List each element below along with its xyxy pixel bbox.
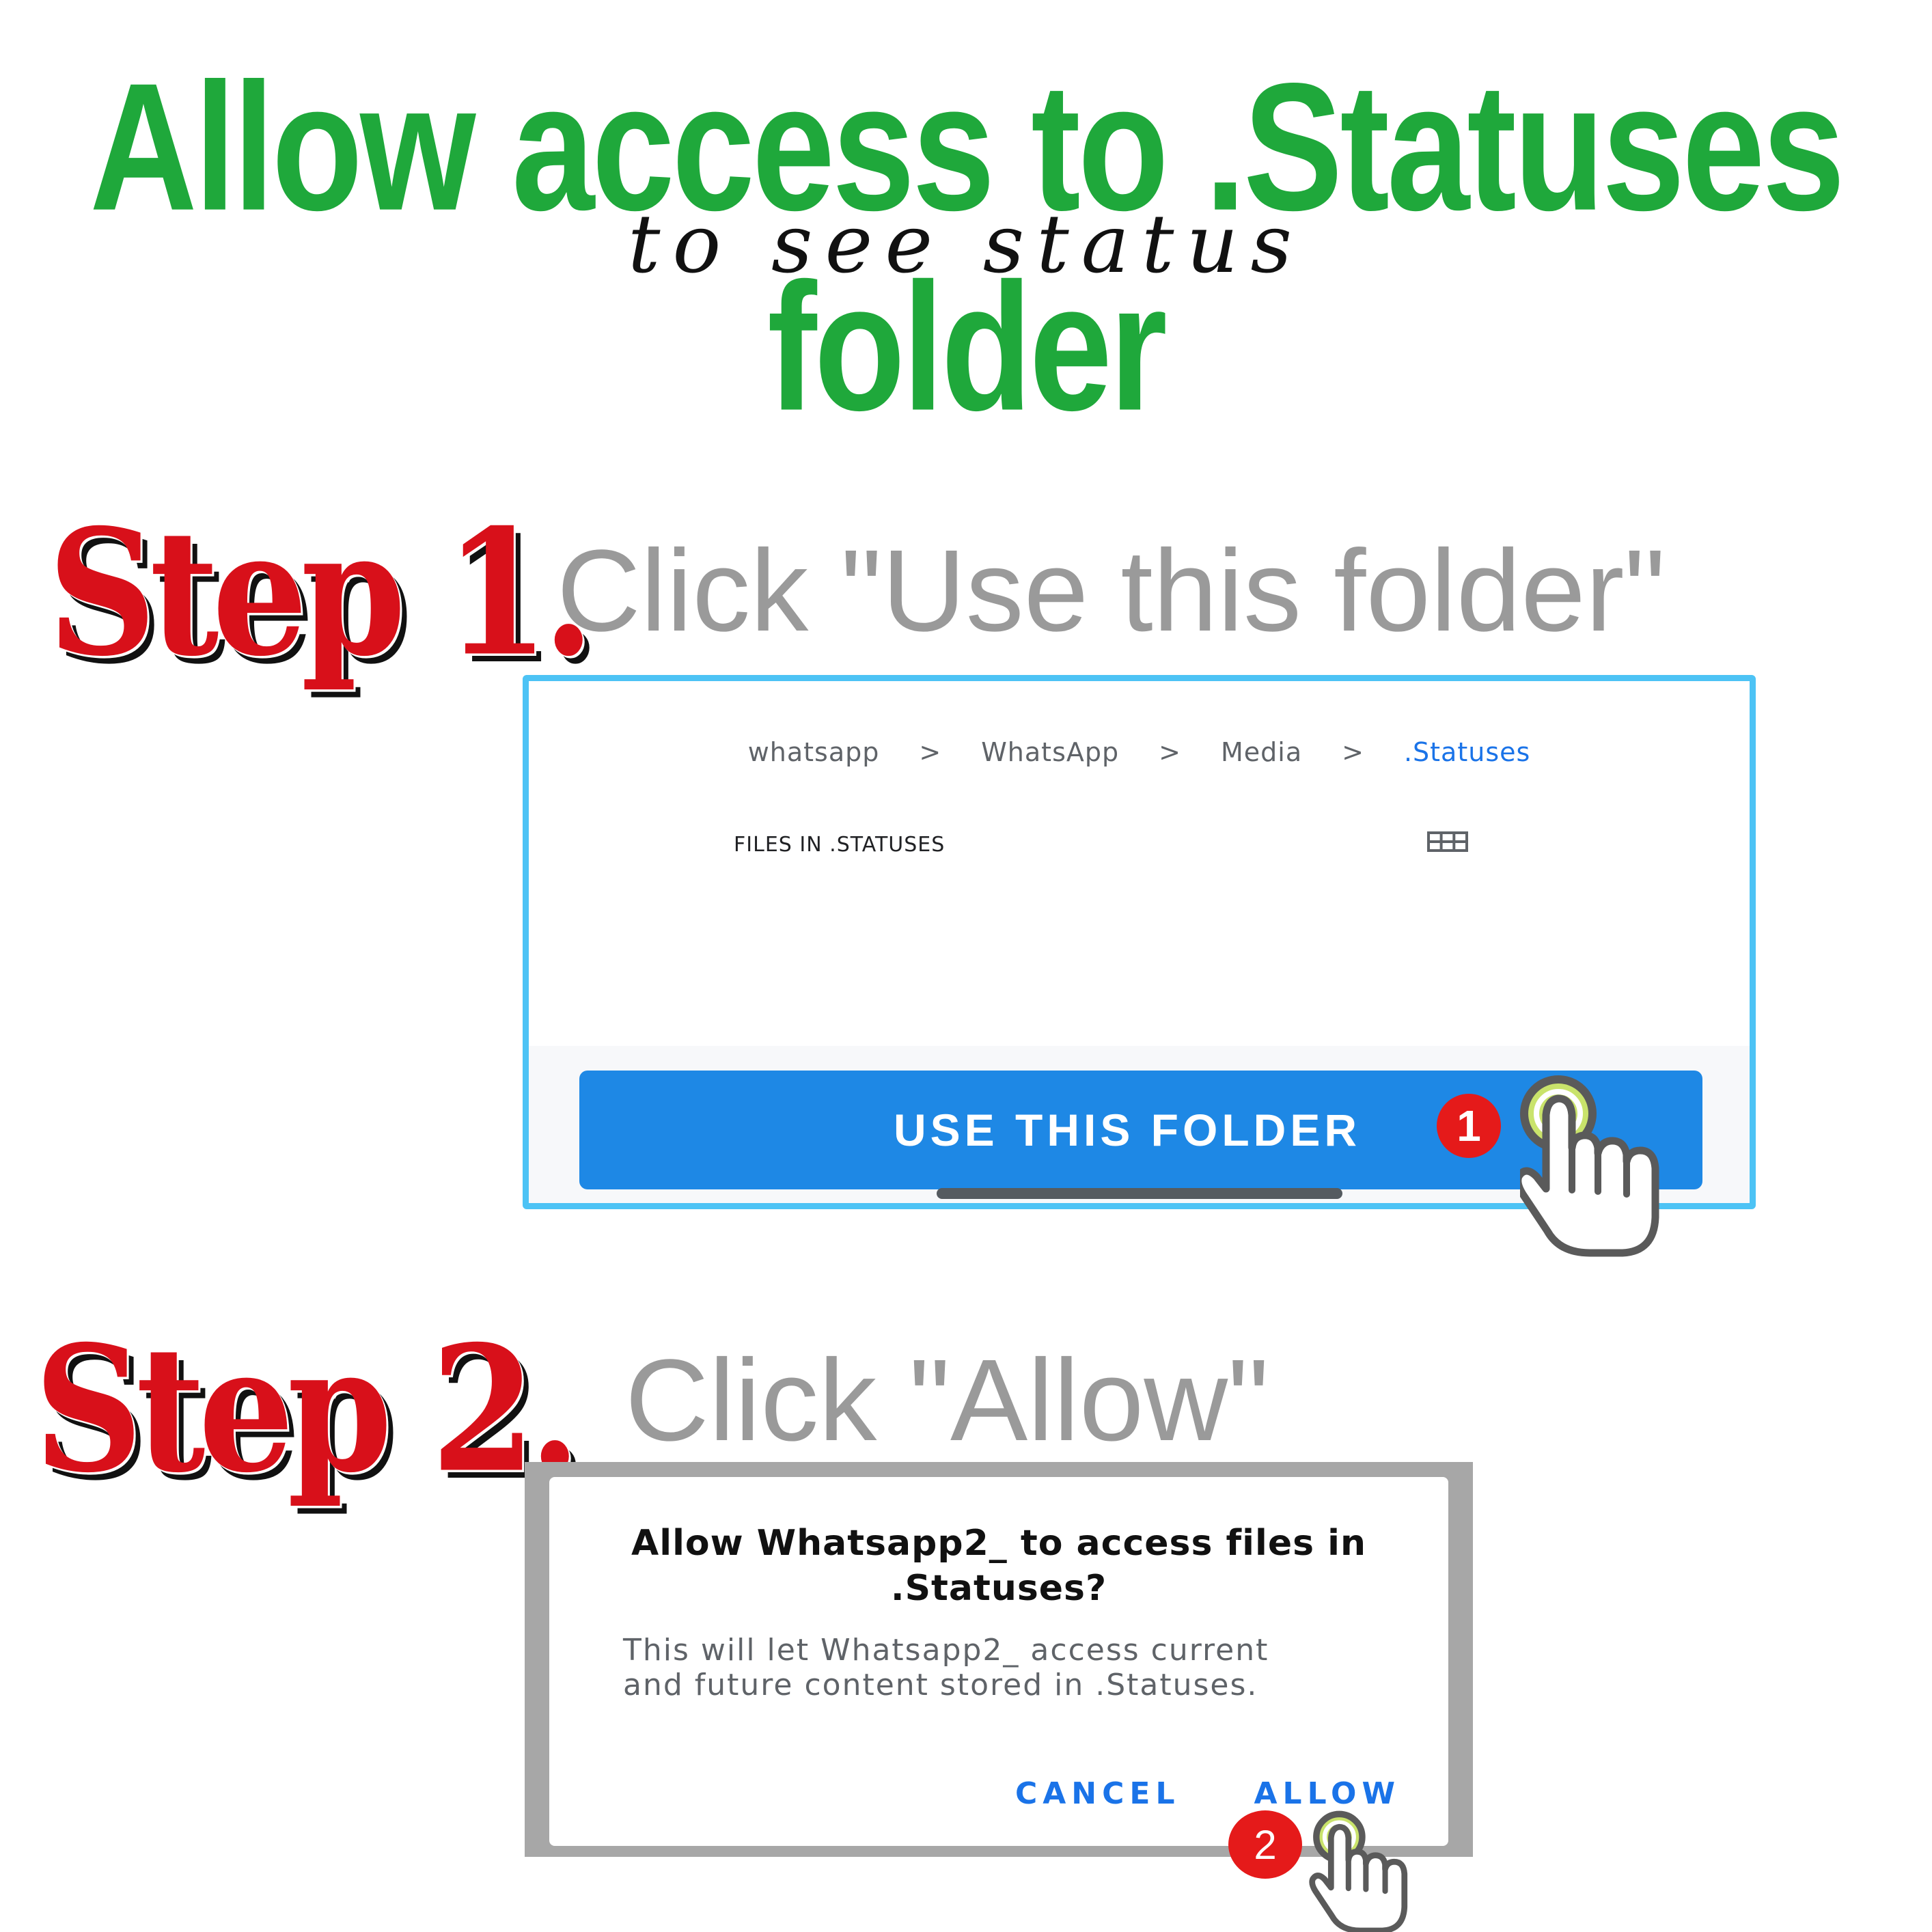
tap-hand-icon <box>1309 1810 1408 1932</box>
breadcrumb-item-statuses[interactable]: .Statuses <box>1378 737 1556 767</box>
step-1-label: Step 1. <box>48 491 595 695</box>
permission-dialog: Allow Whatsapp2_ to access files in .Sta… <box>549 1477 1448 1846</box>
step-badge-1: 1 <box>1437 1094 1501 1158</box>
step-2-screenshot: Allow Whatsapp2_ to access files in .Sta… <box>525 1462 1473 1857</box>
dialog-actions: CANCEL ALLOW <box>1015 1776 1400 1811</box>
breadcrumb-separator: > <box>1342 737 1364 767</box>
breadcrumb-separator: > <box>919 737 942 767</box>
files-header: FILES IN .STATUSES <box>734 833 946 857</box>
grid-view-icon[interactable] <box>1427 831 1468 853</box>
step-badge-2: 2 <box>1228 1810 1302 1879</box>
dialog-message: This will let Whatsapp2_ access current … <box>623 1633 1269 1702</box>
dialog-title: Allow Whatsapp2_ to access files in .Sta… <box>631 1523 1366 1609</box>
breadcrumb-separator: > <box>1159 737 1181 767</box>
step-2-instruction: Click "Allow" <box>625 1336 1269 1465</box>
page-subtitle: to see status <box>628 197 1304 291</box>
step-2-label: Step 2. <box>34 1307 581 1511</box>
breadcrumb: whatsapp > WhatsApp > Media > .Statuses <box>529 737 1750 767</box>
use-this-folder-label: USE THIS FOLDER <box>893 1105 1362 1155</box>
allow-button[interactable]: ALLOW <box>1254 1776 1401 1811</box>
step-1-instruction: Click "Use this folder" <box>557 526 1666 656</box>
breadcrumb-item-whatsapp[interactable]: whatsapp <box>722 737 906 767</box>
tap-hand-icon <box>1520 1075 1659 1257</box>
breadcrumb-item-media[interactable]: Media <box>1195 737 1328 767</box>
cancel-button[interactable]: CANCEL <box>1015 1776 1181 1811</box>
breadcrumb-item-whatsapp-app[interactable]: WhatsApp <box>955 737 1145 767</box>
home-indicator <box>937 1188 1342 1199</box>
